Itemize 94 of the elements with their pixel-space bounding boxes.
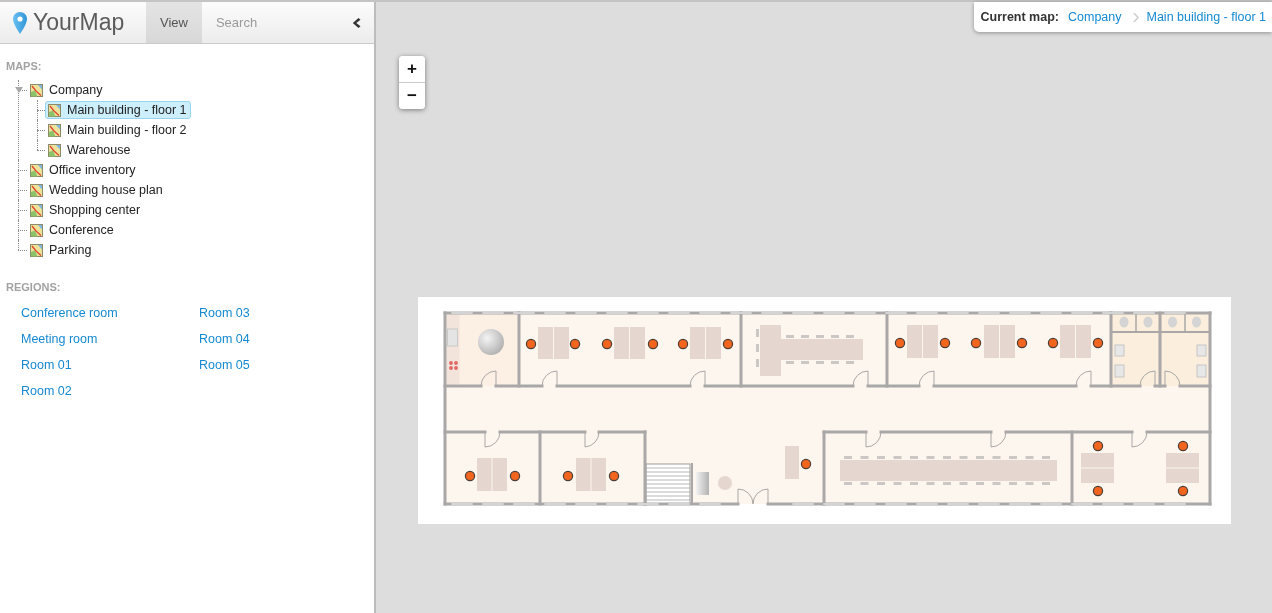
region-link[interactable]: Room 03 — [199, 300, 250, 326]
double-desk — [1165, 453, 1199, 483]
tree-item[interactable]: Main building - floor 2 — [45, 121, 191, 139]
marker-icon[interactable] — [1047, 337, 1058, 349]
double-desk — [575, 458, 606, 491]
door — [1131, 431, 1147, 448]
marker-icon[interactable] — [525, 338, 536, 350]
double-desk — [476, 458, 507, 491]
map-icon — [30, 223, 43, 237]
marker-icon[interactable] — [894, 337, 905, 349]
region-link[interactable]: Room 02 — [21, 378, 72, 404]
map-icon — [48, 103, 61, 117]
door — [865, 431, 881, 448]
marker-icon[interactable] — [1092, 440, 1103, 452]
double-desk — [537, 327, 569, 359]
door — [480, 370, 496, 387]
tree-item[interactable]: Conference — [27, 221, 118, 239]
double-desk — [689, 327, 721, 359]
location-pin-icon — [13, 11, 27, 34]
toilet — [1167, 316, 1177, 328]
map-icon — [48, 123, 61, 137]
section-heading: MAPS: — [6, 59, 42, 73]
door — [918, 370, 934, 387]
region-link[interactable]: Room 04 — [199, 326, 250, 352]
door — [990, 431, 1006, 448]
marker-icon[interactable] — [800, 458, 811, 470]
map-icon — [30, 163, 43, 177]
door — [689, 370, 705, 387]
region-link[interactable]: Room 05 — [199, 352, 250, 378]
door — [1075, 370, 1091, 387]
door — [737, 488, 768, 505]
map-icon — [30, 183, 43, 197]
region-link[interactable]: Conference room — [21, 300, 118, 326]
breadcrumb-link[interactable]: Company — [1068, 7, 1122, 27]
marker-icon[interactable] — [562, 470, 573, 482]
tree-item[interactable]: Main building - floor 1 — [45, 101, 191, 119]
region-link[interactable]: Room 01 — [21, 352, 72, 378]
marker-icon[interactable] — [1177, 440, 1188, 452]
tree-item[interactable]: Shopping center — [27, 201, 145, 219]
marker-icon[interactable] — [1177, 485, 1188, 497]
sink — [1114, 364, 1124, 378]
marker-icon[interactable] — [601, 338, 612, 350]
door — [1139, 370, 1155, 387]
marker-icon[interactable] — [939, 337, 950, 349]
door — [1164, 370, 1180, 387]
double-desk — [983, 325, 1015, 358]
marker-icon[interactable] — [1016, 337, 1027, 349]
marker-icon[interactable] — [722, 338, 733, 350]
map-icon — [30, 83, 43, 97]
sink — [1114, 344, 1124, 357]
sink — [1196, 344, 1206, 357]
breadcrumb-label: Current map: — [980, 8, 1059, 26]
round-table — [717, 476, 732, 490]
toilet — [1143, 316, 1152, 328]
tree-item[interactable]: Parking — [27, 241, 96, 259]
tree-item[interactable]: Wedding house plan — [27, 181, 167, 199]
marker-icon[interactable] — [647, 338, 658, 350]
zoom-out-button[interactable]: − — [399, 82, 425, 109]
door — [484, 431, 500, 448]
marker-icon[interactable] — [1092, 337, 1103, 349]
double-desk — [1080, 453, 1114, 483]
marker-icon[interactable] — [677, 338, 688, 350]
logo-text: YourMap — [33, 11, 125, 34]
double-desk — [1059, 325, 1091, 358]
tree-item[interactable]: Company — [27, 81, 107, 99]
door — [852, 370, 868, 387]
tree-item[interactable]: Office inventory — [27, 161, 140, 179]
tab[interactable]: View — [146, 2, 202, 43]
double-desk — [613, 327, 645, 359]
caret-down-icon[interactable] — [15, 87, 23, 93]
toilet — [1191, 316, 1201, 328]
marker-icon[interactable] — [608, 470, 619, 482]
section-heading: REGIONS: — [6, 280, 61, 294]
marker-icon[interactable] — [464, 470, 475, 482]
staircase — [645, 463, 690, 505]
door — [541, 370, 557, 387]
tree-item[interactable]: Warehouse — [45, 141, 135, 159]
zoom-in-button[interactable]: + — [399, 56, 425, 82]
map-icon — [48, 143, 61, 157]
map-icon — [30, 243, 43, 257]
map-icon — [30, 203, 43, 217]
chevron-left-icon — [352, 17, 361, 28]
chevron-right-icon — [1133, 12, 1140, 22]
breadcrumb-link[interactable]: Main building - floor 1 — [1146, 7, 1266, 27]
sink — [1196, 364, 1206, 378]
round-table — [477, 329, 504, 355]
double-desk — [906, 325, 938, 358]
toilet — [1119, 316, 1128, 328]
marker-icon[interactable] — [569, 338, 580, 350]
marker-icon[interactable] — [970, 337, 981, 349]
marker-icon[interactable] — [509, 470, 520, 482]
marker-icon[interactable] — [1092, 485, 1103, 497]
door — [584, 431, 599, 448]
region-link[interactable]: Meeting room — [21, 326, 98, 352]
